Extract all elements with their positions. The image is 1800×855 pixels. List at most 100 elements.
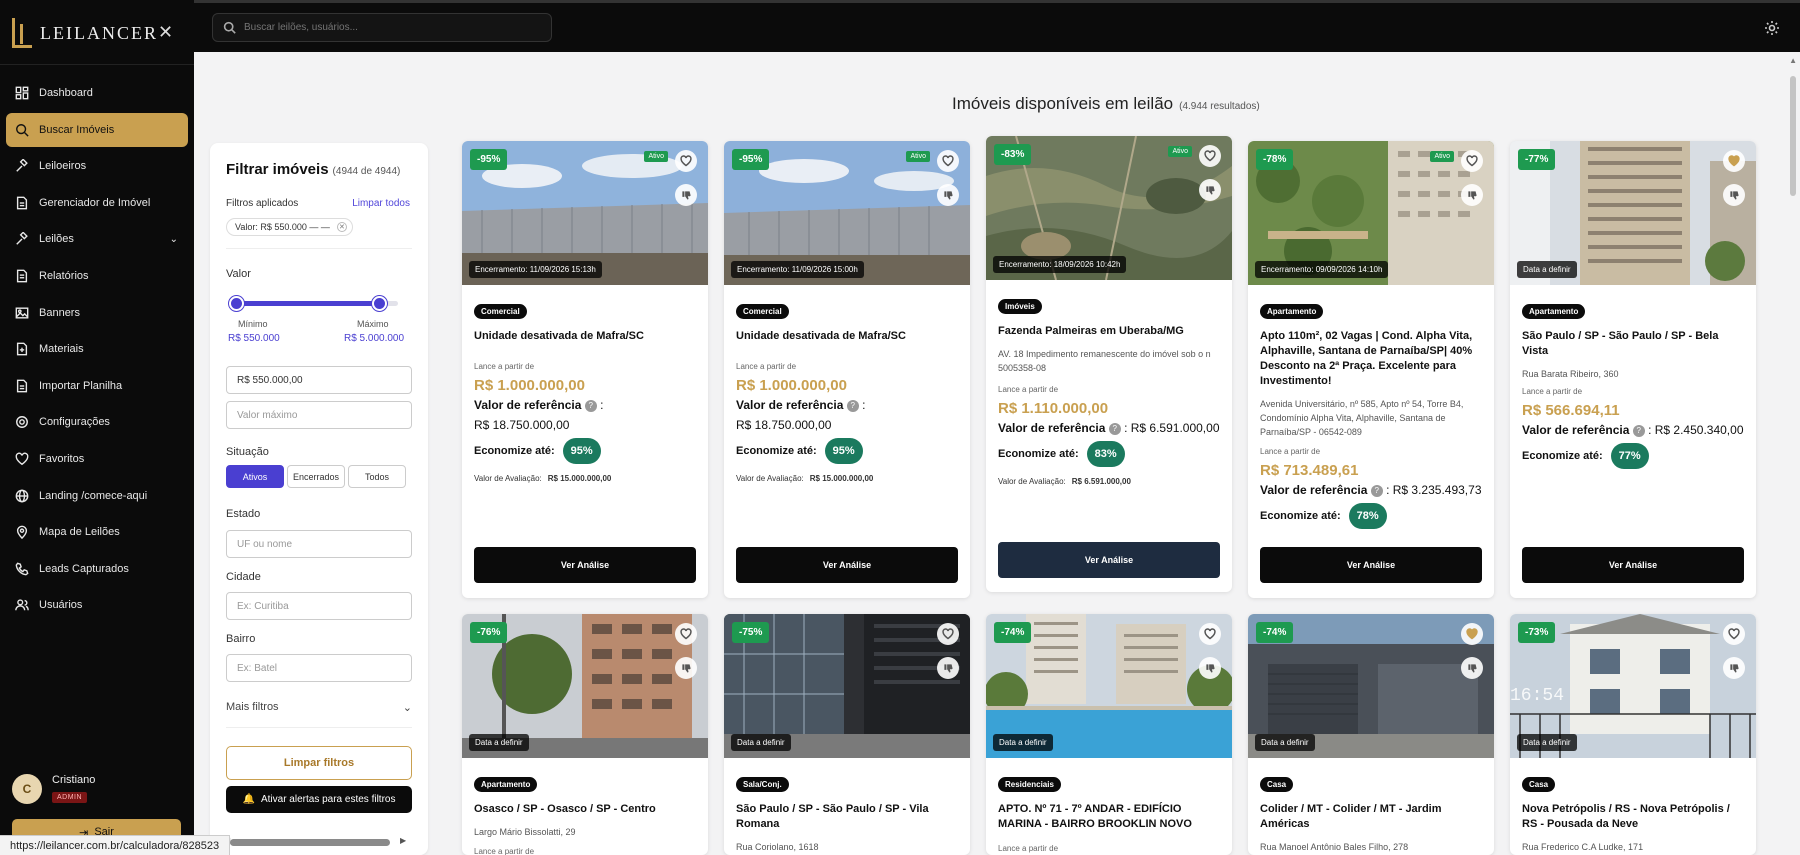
ver-analise-button[interactable]: Ver Análise	[736, 547, 958, 583]
property-card[interactable]: -76% Data a definir Apartamento Osasco /…	[462, 614, 708, 855]
thumbs-down-icon[interactable]	[1723, 184, 1745, 206]
property-image[interactable]: -75% Data a definir	[724, 614, 970, 758]
close-sidebar-icon[interactable]: ✕	[158, 22, 173, 43]
scroll-right-arrow-icon[interactable]: ▶	[400, 836, 406, 845]
chevron-down-icon[interactable]: ⌄	[170, 234, 178, 245]
clear-all-link[interactable]: Limpar todos	[352, 198, 410, 209]
card-title[interactable]: São Paulo / SP - São Paulo / SP - Vila R…	[736, 802, 958, 832]
favorite-heart-icon[interactable]	[937, 150, 959, 172]
ver-analise-button[interactable]: Ver Análise	[1260, 547, 1482, 583]
search-box[interactable]	[212, 13, 552, 42]
thumbs-down-icon[interactable]	[1723, 657, 1745, 679]
ver-analise-button[interactable]: Ver Análise	[474, 547, 696, 583]
sidebar-item-dashboard[interactable]: Dashboard	[6, 76, 188, 110]
ver-analise-button[interactable]: Ver Análise	[998, 542, 1220, 578]
card-title[interactable]: Apto 110m², 02 Vagas | Cond. Alpha Vita,…	[1260, 329, 1482, 389]
property-image[interactable]: -76% Data a definir	[462, 614, 708, 758]
thumbs-down-icon[interactable]	[675, 657, 697, 679]
card-title[interactable]: Osasco / SP - Osasco / SP - Centro	[474, 802, 696, 817]
card-title[interactable]: Colider / MT - Colider / MT - Jardim Amé…	[1260, 802, 1482, 832]
help-icon[interactable]: ?	[1370, 484, 1383, 497]
property-image[interactable]: -95% Ativo Encerramento: 11/09/2026 15:1…	[462, 141, 708, 285]
property-card[interactable]: -83% Ativo Encerramento: 18/09/2026 10:4…	[986, 136, 1232, 592]
sidebar-item-landing[interactable]: Landing /comece-aqui	[6, 479, 188, 513]
scroll-up-arrow-icon[interactable]: ▲	[1789, 56, 1797, 65]
thumbs-down-icon[interactable]	[937, 657, 959, 679]
sidebar-item-importar-planilha[interactable]: Importar Planilha	[6, 369, 188, 403]
thumbs-down-icon[interactable]	[1461, 657, 1483, 679]
property-image[interactable]: -78% Ativo Encerramento: 09/09/2026 14:1…	[1248, 141, 1494, 285]
max-value-input[interactable]	[226, 401, 412, 429]
property-card[interactable]: -74% Data a definir Casa Colider / MT - …	[1248, 614, 1494, 855]
sidebar-item-gerenciador[interactable]: Gerenciador de Imóvel	[6, 186, 188, 220]
favorite-heart-icon[interactable]	[675, 150, 697, 172]
property-card[interactable]: -95% Ativo Encerramento: 11/09/2026 15:0…	[724, 141, 970, 598]
favorite-heart-icon[interactable]	[1723, 150, 1745, 172]
card-title[interactable]: Unidade desativada de Mafra/SC	[474, 329, 696, 344]
card-title[interactable]: Fazenda Palmeiras em Uberaba/MG	[998, 324, 1220, 339]
min-value-input[interactable]	[226, 366, 412, 394]
horizontal-scrollbar[interactable]	[230, 839, 390, 846]
situacao-todos-button[interactable]: Todos	[348, 465, 406, 488]
favorite-heart-icon[interactable]	[1461, 150, 1483, 172]
thumbs-down-icon[interactable]	[1199, 657, 1221, 679]
card-title[interactable]: São Paulo / SP - São Paulo / SP - Bela V…	[1522, 329, 1744, 359]
situacao-encerrados-button[interactable]: Encerrados	[287, 465, 345, 488]
chip-close-icon[interactable]: ✕	[336, 222, 347, 232]
favorite-heart-icon[interactable]	[1461, 623, 1483, 645]
property-image[interactable]: -95% Ativo Encerramento: 11/09/2026 15:0…	[724, 141, 970, 285]
card-title[interactable]: Unidade desativada de Mafra/SC	[736, 329, 958, 344]
vertical-scrollbar[interactable]	[1790, 76, 1796, 196]
help-icon[interactable]: ?	[846, 399, 859, 412]
ver-analise-button[interactable]: Ver Análise	[1522, 547, 1744, 583]
favorite-heart-icon[interactable]	[937, 623, 959, 645]
sidebar-item-leiloes[interactable]: Leilões ⌄	[6, 222, 188, 256]
property-image[interactable]: -74% Data a definir	[986, 614, 1232, 758]
favorite-heart-icon[interactable]	[1199, 623, 1221, 645]
card-title[interactable]: Nova Petrópolis / RS - Nova Petrópolis /…	[1522, 802, 1744, 832]
thumbs-down-icon[interactable]	[1461, 184, 1483, 206]
settings-gear-icon[interactable]	[1764, 20, 1780, 36]
property-image[interactable]: -74% Data a definir	[1248, 614, 1494, 758]
clear-filters-button[interactable]: Limpar filtros	[226, 746, 412, 780]
range-max-thumb[interactable]	[372, 296, 387, 311]
thumbs-down-icon[interactable]	[937, 184, 959, 206]
sidebar-item-materiais[interactable]: Materiais	[6, 332, 188, 366]
help-icon[interactable]: ?	[1108, 422, 1121, 435]
sidebar-item-usuarios[interactable]: Usuários	[6, 588, 188, 622]
sidebar-item-leiloeiros[interactable]: Leiloeiros	[6, 149, 188, 183]
property-card[interactable]: -74% Data a definir Residenciais APTO. N…	[986, 614, 1232, 855]
estado-input[interactable]	[226, 530, 412, 558]
thumbs-down-icon[interactable]	[675, 184, 697, 206]
bairro-input[interactable]	[226, 654, 412, 682]
property-card[interactable]: -95% Ativo Encerramento: 11/09/2026 15:1…	[462, 141, 708, 598]
sidebar-item-leads[interactable]: Leads Capturados	[6, 552, 188, 586]
property-image[interactable]: 16:54 -73% Data a definir	[1510, 614, 1756, 758]
thumbs-down-icon[interactable]	[1199, 179, 1221, 201]
property-card[interactable]: -77% Data a definir Apartamento São Paul…	[1510, 141, 1756, 598]
property-card[interactable]: -75% Data a definir Sala/Conj. São Paulo…	[724, 614, 970, 855]
more-filters-toggle[interactable]: Mais filtros ⌄	[226, 701, 412, 714]
favorite-heart-icon[interactable]	[675, 623, 697, 645]
range-min-thumb[interactable]	[229, 296, 244, 311]
help-icon[interactable]: ?	[1632, 424, 1645, 437]
sidebar-item-banners[interactable]: Banners	[6, 296, 188, 330]
user-box[interactable]: C Cristiano ADMIN	[12, 774, 95, 804]
search-input[interactable]	[244, 22, 534, 33]
favorite-heart-icon[interactable]	[1199, 145, 1221, 167]
favorite-heart-icon[interactable]	[1723, 623, 1745, 645]
sidebar-item-favoritos[interactable]: Favoritos	[6, 442, 188, 476]
property-card[interactable]: -78% Ativo Encerramento: 09/09/2026 14:1…	[1248, 141, 1494, 598]
logo[interactable]: LEILANCER	[12, 16, 158, 50]
sidebar-item-configuracoes[interactable]: Configurações	[6, 405, 188, 439]
sidebar-item-mapa-leiloes[interactable]: Mapa de Leilões	[6, 515, 188, 549]
property-card[interactable]: 16:54 -73% Data a definir Casa Nova Petr…	[1510, 614, 1756, 855]
activate-alerts-button[interactable]: 🔔 Ativar alertas para estes filtros	[226, 786, 412, 813]
card-title[interactable]: APTO. Nº 71 - 7º ANDAR - EDIFÍCIO MARINA…	[998, 802, 1220, 832]
property-image[interactable]: -83% Ativo Encerramento: 18/09/2026 10:4…	[986, 136, 1232, 280]
cidade-input[interactable]	[226, 592, 412, 620]
help-icon[interactable]: ?	[584, 399, 597, 412]
sidebar-item-buscar-imoveis[interactable]: Buscar Imóveis	[6, 112, 188, 147]
situacao-ativos-button[interactable]: Ativos	[226, 465, 284, 488]
property-image[interactable]: -77% Data a definir	[1510, 141, 1756, 285]
